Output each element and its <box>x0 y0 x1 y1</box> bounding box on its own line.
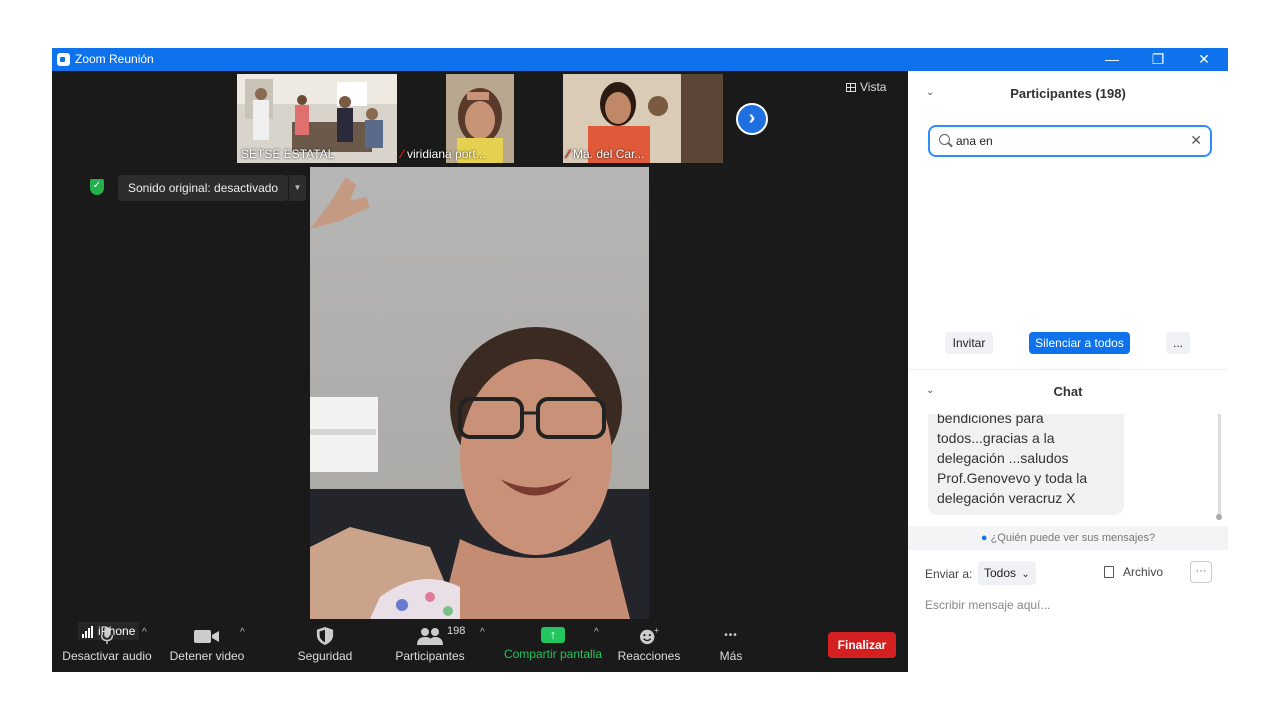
title-bar: Zoom Reunión — ❐ ✕ <box>52 48 1228 71</box>
participant-thumbnail[interactable]: ⁄ Ma. del Car... <box>563 74 723 163</box>
participants-button[interactable]: 198 Participantes <box>392 625 468 663</box>
chat-scroll-thumb[interactable] <box>1216 514 1222 520</box>
grid-icon <box>846 83 856 92</box>
microphone-icon <box>100 627 114 645</box>
search-icon <box>939 134 950 145</box>
next-page-button[interactable]: › <box>736 103 768 135</box>
panel-divider <box>908 369 1228 370</box>
video-camera-icon <box>194 630 219 643</box>
who-can-see-link[interactable]: ● ¿Quién puede ver sus mensajes? <box>908 526 1228 550</box>
chat-messages: bendiciones para todos...gracias a la de… <box>908 414 1228 525</box>
chevron-down-icon: ⌄ <box>1021 569 1030 580</box>
invite-button[interactable]: Invitar <box>945 332 993 354</box>
participant-search-input[interactable] <box>956 131 1176 151</box>
recipient-value: Todos <box>984 566 1017 580</box>
original-sound-dropdown[interactable]: ▼ <box>288 175 306 201</box>
window-title: Zoom Reunión <box>75 52 154 66</box>
participants-label: Participantes <box>395 649 465 663</box>
chat-more-button[interactable]: ··· <box>1190 561 1212 583</box>
thumbnail-name: ⁄ viridiana port... <box>401 147 486 161</box>
minimize-button[interactable]: — <box>1089 48 1135 71</box>
participants-icon <box>417 628 443 645</box>
side-panel: ⌄ Participantes (198) ✕ Invitar Silencia… <box>908 71 1228 672</box>
end-meeting-button[interactable]: Finalizar <box>828 632 896 658</box>
clear-search-icon[interactable]: ✕ <box>1190 132 1202 149</box>
security-shield-icon <box>316 627 334 645</box>
participants-options-caret[interactable]: ^ <box>480 627 485 638</box>
chat-message: bendiciones para todos...gracias a la de… <box>928 414 1124 515</box>
muted-mic-icon: ⁄ <box>401 147 404 161</box>
share-screen-label: Compartir pantalla <box>503 647 603 661</box>
reactions-label: Reacciones <box>617 649 681 663</box>
security-label: Seguridad <box>297 649 353 663</box>
stop-video-button[interactable]: Detener video <box>167 627 247 663</box>
share-screen-button[interactable]: ↑ Compartir pantalla <box>502 627 604 661</box>
active-speaker-video <box>310 167 649 619</box>
mute-audio-button[interactable]: Desactivar audio <box>62 627 152 663</box>
thumbnail-name-text: viridiana port... <box>407 147 486 161</box>
thumbnail-name-text: Ma. del Car... <box>573 147 645 161</box>
restore-button[interactable]: ❐ <box>1135 48 1181 71</box>
mute-all-button[interactable]: Silenciar a todos <box>1029 332 1130 354</box>
video-options-caret[interactable]: ^ <box>240 627 245 638</box>
participant-thumbnail[interactable]: ⁄ viridiana port... <box>397 74 515 163</box>
more-label: Más <box>719 649 743 663</box>
participant-thumbnail[interactable]: SETSE ESTATAL <box>237 74 397 163</box>
security-button[interactable]: Seguridad <box>290 627 360 663</box>
file-icon <box>1104 566 1114 578</box>
participants-count: 198 <box>447 625 466 637</box>
thumbnail-name: SETSE ESTATAL <box>241 147 335 161</box>
stop-video-label: Detener video <box>169 649 245 663</box>
file-label: Archivo <box>1123 565 1164 579</box>
share-screen-icon: ↑ <box>541 627 565 643</box>
file-button[interactable]: Archivo <box>1104 565 1163 579</box>
svg-text:+: + <box>654 627 660 634</box>
encryption-shield-icon: ✓ <box>90 179 104 195</box>
view-label: Vista <box>860 80 887 94</box>
meeting-toolbar: Desactivar audio ^ Detener video ^ Segur… <box>52 621 908 672</box>
mute-audio-label: Desactivar audio <box>62 649 152 663</box>
recipient-dropdown[interactable]: Todos ⌄ <box>978 561 1036 585</box>
chat-title: Chat <box>1053 384 1083 399</box>
more-button[interactable]: ••• Más <box>706 627 756 663</box>
more-dots-icon: ••• <box>724 630 738 641</box>
zoom-window: Zoom Reunión — ❐ ✕ SETSE ESTATAL ⁄ virid… <box>52 48 1228 672</box>
participants-more-button[interactable]: ... <box>1166 332 1190 354</box>
person-lock-icon: ● <box>980 532 988 544</box>
reactions-icon: + <box>640 627 660 645</box>
original-sound-button[interactable]: Sonido original: desactivado <box>118 175 288 201</box>
audio-options-caret[interactable]: ^ <box>142 627 147 638</box>
speaker-video-frame <box>310 167 649 619</box>
who-can-see-text: ¿Quién puede ver sus mensajes? <box>990 532 1156 544</box>
thumbnail-name: ⁄ Ma. del Car... <box>567 147 644 161</box>
view-button[interactable]: Vista <box>846 80 886 94</box>
chevron-right-icon: › <box>748 107 756 129</box>
zoom-app-icon <box>57 53 70 66</box>
video-stage: SETSE ESTATAL ⁄ viridiana port... ⁄ Ma. … <box>52 71 908 672</box>
close-window-button[interactable]: ✕ <box>1181 48 1227 71</box>
muted-mic-icon: ⁄ <box>567 147 570 161</box>
chat-scrollbar[interactable] <box>1218 414 1221 514</box>
chat-message-input[interactable] <box>925 595 1215 615</box>
reactions-button[interactable]: + Reacciones <box>617 627 681 663</box>
send-to-label: Enviar a: <box>925 567 973 581</box>
participants-icon-wrap: 198 <box>392 625 468 645</box>
participant-search[interactable]: ✕ <box>928 125 1212 157</box>
share-options-caret[interactable]: ^ <box>594 627 599 638</box>
participants-title: Participantes (198) <box>1010 86 1126 101</box>
